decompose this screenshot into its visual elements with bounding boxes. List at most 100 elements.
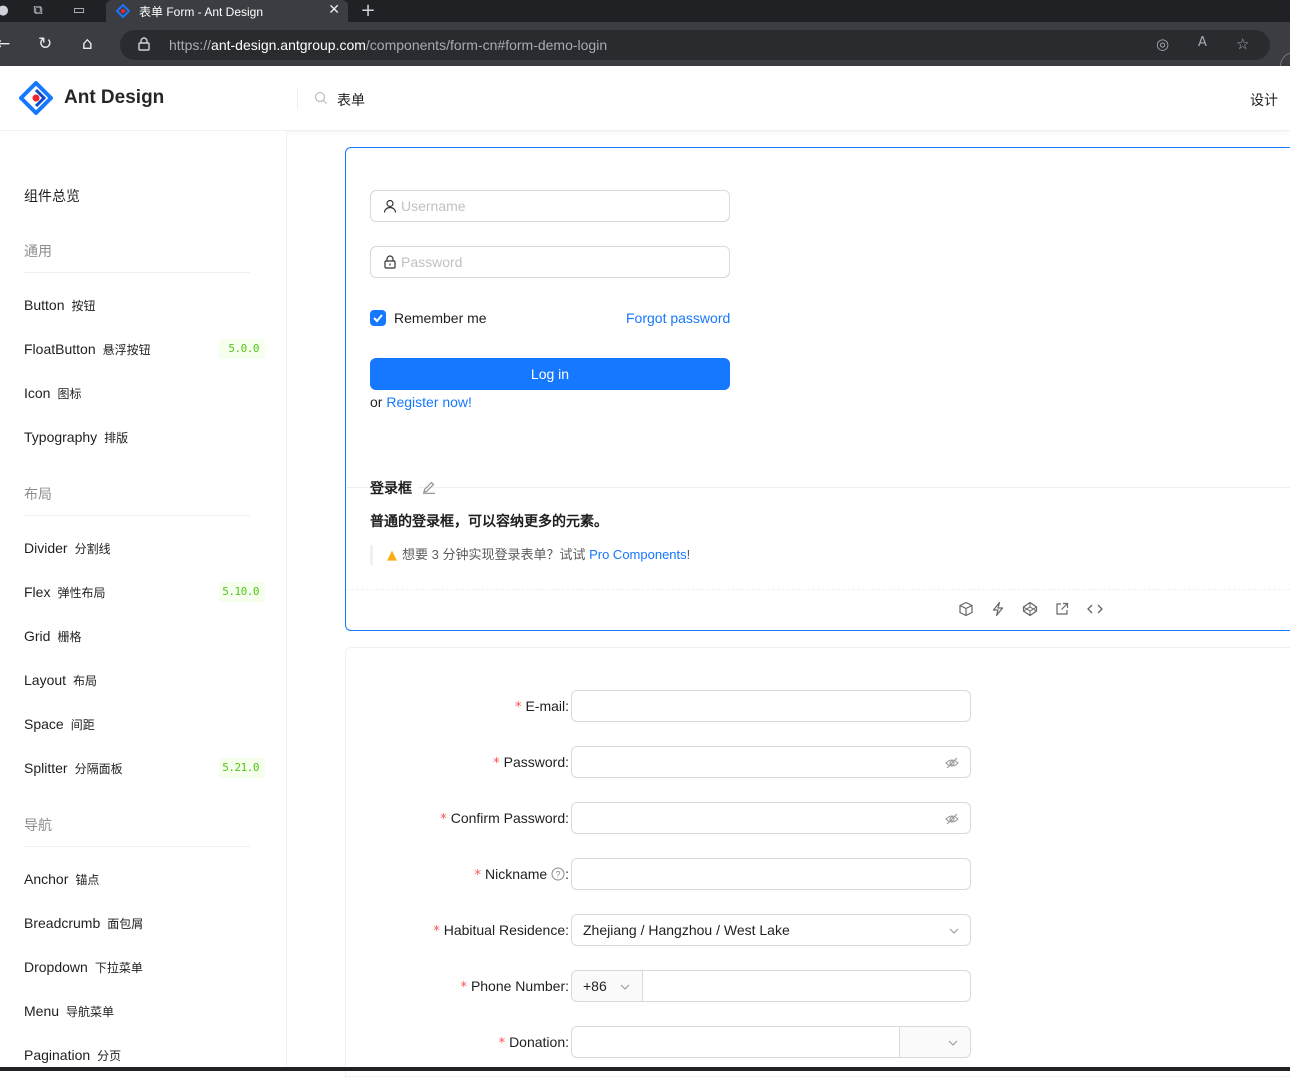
check-icon (373, 314, 383, 323)
lock-icon[interactable] (138, 37, 150, 51)
password-label: * Password: (493, 754, 569, 771)
sidebar-item-breadcrumb[interactable]: Breadcrumb 面包屑 (24, 915, 143, 932)
sidebar-group-navigation: 导航 (24, 817, 52, 833)
reload-icon[interactable]: ↻ (38, 34, 52, 54)
sidebar-divider (24, 515, 250, 516)
sidebar-menu: 组件总览 通用 Button 按钮 FloatButton 悬浮按钮 5.0.0 I… (0, 131, 287, 1071)
search-input[interactable]: 表单 (337, 90, 365, 110)
browser-tab-bar: ● ⧉ ▭ 表单 Form - Ant Design ✕ + (0, 0, 1290, 22)
sidebar-item-grid[interactable]: Grid 栅格 (24, 628, 81, 645)
forgot-password-link[interactable]: Forgot password (626, 310, 730, 326)
sidebar-item-typography[interactable]: Typography 排版 (24, 429, 128, 446)
demo-actions-divider (346, 589, 1290, 590)
phone-label: * Phone Number: (460, 978, 569, 995)
header-divider (297, 88, 298, 110)
brand-name[interactable]: Ant Design (64, 87, 164, 109)
username-placeholder: Username (401, 198, 466, 214)
register-link[interactable]: Register now! (386, 394, 472, 410)
codepen-icon[interactable] (1022, 601, 1038, 617)
version-badge: 5.0.0 (219, 339, 265, 359)
demo-title-divider (346, 487, 1290, 488)
version-badge: 5.10.0 (219, 582, 265, 602)
refresh-extension-icon[interactable]: ◎ (1156, 35, 1169, 53)
chevron-down-icon (620, 984, 630, 990)
nickname-field[interactable] (571, 858, 971, 890)
sidebar-group-general: 通用 (24, 243, 52, 259)
sidebar-item-pagination[interactable]: Pagination 分页 (24, 1047, 121, 1064)
stackblitz-icon[interactable] (990, 601, 1006, 617)
ant-design-favicon (116, 4, 130, 18)
login-demo-card: Username Password Remember me Forgot pas… (345, 147, 1290, 631)
url-text: https://ant-design.antgroup.com/componen… (169, 37, 608, 53)
question-circle-icon[interactable]: ? (551, 867, 565, 881)
confirm-password-field[interactable] (571, 802, 971, 834)
favorite-star-icon[interactable]: ☆ (1236, 35, 1249, 53)
address-bar[interactable]: https://ant-design.antgroup.com/componen… (120, 30, 1270, 60)
edit-icon[interactable] (422, 480, 436, 494)
password-field[interactable] (571, 746, 971, 778)
sidebar-item-floatbutton[interactable]: FloatButton 悬浮按钮 (24, 341, 151, 358)
version-badge: 5.21.0 (219, 758, 265, 778)
sidebar-item-anchor[interactable]: Anchor 锚点 (24, 871, 99, 888)
new-tab-icon[interactable]: + (359, 2, 377, 20)
sidebar-item-splitter[interactable]: Splitter 分隔面板 (24, 760, 123, 777)
email-label: * E-mail: (514, 698, 569, 715)
sidebar-item-button[interactable]: Button 按钮 (24, 297, 96, 314)
phone-prefix-value: +86 (583, 978, 607, 994)
confirm-password-label: * Confirm Password: (440, 810, 569, 827)
currency-select[interactable] (899, 1027, 970, 1057)
profile-icon[interactable]: ● (0, 2, 12, 20)
ant-design-logo[interactable] (19, 81, 53, 115)
register-demo-card: * E-mail: * Password: * Confirm Password: *… (345, 647, 1290, 1077)
residence-cascader[interactable]: Zhejiang / Hangzhou / West Lake (571, 914, 971, 946)
sidebar-item-dropdown[interactable]: Dropdown 下拉菜单 (24, 959, 143, 976)
login-button[interactable]: Log in (370, 358, 730, 390)
browser-tab-active[interactable]: 表单 Form - Ant Design ✕ (106, 0, 348, 22)
tab-close-icon[interactable]: ✕ (328, 2, 340, 18)
username-input[interactable]: Username (370, 190, 730, 222)
lock-icon (384, 255, 396, 269)
password-input[interactable]: Password (370, 246, 730, 278)
chevron-down-icon (949, 928, 959, 934)
back-icon[interactable]: ← (0, 34, 10, 54)
sidebar-item-menu[interactable]: Menu 导航菜单 (24, 1003, 114, 1020)
sidebar-item-flex[interactable]: Flex 弹性布局 (24, 584, 105, 601)
collections-icon[interactable]: ⧉ (29, 2, 47, 20)
user-icon (383, 199, 397, 213)
pro-components-link[interactable]: Pro Components (589, 547, 687, 562)
remember-label[interactable]: Remember me (394, 310, 487, 326)
email-field[interactable] (571, 690, 971, 722)
codesandbox-icon[interactable] (958, 601, 974, 617)
nav-design[interactable]: 设计 (1250, 90, 1278, 110)
eye-invisible-icon[interactable] (945, 812, 959, 826)
tab-title: 表单 Form - Ant Design (139, 5, 264, 19)
demo-title[interactable]: 登录框 (370, 478, 418, 498)
eye-invisible-icon[interactable] (945, 756, 959, 770)
nickname-label: * Nickname ?: (474, 866, 569, 883)
home-icon[interactable]: ⌂ (82, 34, 93, 54)
svg-text:?: ? (556, 870, 561, 880)
sidebar-item-divider[interactable]: Divider 分割线 (24, 540, 111, 557)
sidebar-item-overview[interactable]: 组件总览 (24, 186, 80, 206)
sidebar-divider (24, 272, 250, 273)
phone-field[interactable]: +86 (571, 970, 971, 1002)
sidebar-group-layout: 布局 (24, 486, 52, 502)
phone-prefix-select[interactable]: +86 (572, 971, 643, 1001)
pro-components-tip: ▲ 想要 3 分钟实现登录表单？试试 Pro Components! (370, 545, 690, 565)
sidebar-item-space[interactable]: Space 间距 (24, 716, 95, 733)
register-line: or Register now! (370, 394, 472, 410)
site-header: Ant Design 表单 设计 (0, 66, 1290, 131)
external-link-icon[interactable] (1054, 601, 1070, 617)
sidebar-divider (24, 846, 250, 847)
remember-checkbox[interactable] (370, 310, 386, 326)
bell-icon: ▲ (387, 548, 397, 563)
sidebar-item-layout[interactable]: Layout 布局 (24, 672, 97, 689)
browser-toolbar: ← ↻ ⌂ https://ant-design.antgroup.com/co… (0, 22, 1290, 82)
donation-label: * Donation: (498, 1034, 569, 1051)
read-aloud-icon[interactable]: A (1198, 35, 1207, 50)
donation-field[interactable] (571, 1026, 971, 1058)
tab-actions-icon[interactable]: ▭ (70, 2, 88, 20)
code-expand-icon[interactable] (1086, 601, 1104, 617)
residence-label: * Habitual Residence: (433, 922, 569, 939)
sidebar-item-icon[interactable]: Icon 图标 (24, 385, 81, 402)
